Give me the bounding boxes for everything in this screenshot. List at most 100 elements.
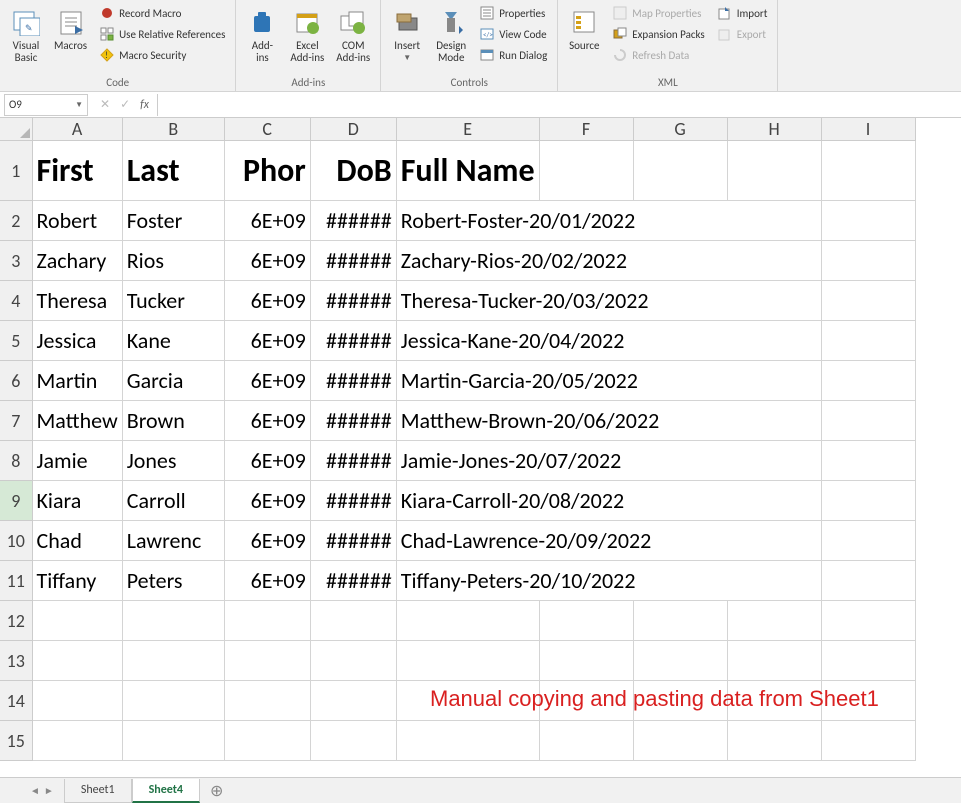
cell-I3[interactable] — [821, 241, 915, 281]
cell-I5[interactable] — [821, 321, 915, 361]
cell-F13[interactable] — [539, 641, 633, 681]
design-mode-button[interactable]: DesignMode — [429, 2, 473, 64]
macro-security-button[interactable]: ! Macro Security — [97, 46, 227, 64]
cell-B15[interactable] — [122, 721, 224, 761]
cell-D13[interactable] — [310, 641, 396, 681]
addins-button[interactable]: Add-ins — [240, 2, 284, 64]
cell-G13[interactable] — [633, 641, 727, 681]
sheet-nav-prev-icon[interactable]: ◄ — [30, 784, 40, 797]
cell-I8[interactable] — [821, 441, 915, 481]
cell-B13[interactable] — [122, 641, 224, 681]
cell-F15[interactable] — [539, 721, 633, 761]
cell-C1[interactable]: Phor — [224, 141, 310, 201]
cell-I7[interactable] — [821, 401, 915, 441]
row-header-9[interactable]: 9 — [0, 481, 32, 521]
cell-A4[interactable]: Theresa — [32, 281, 122, 321]
column-header-E[interactable]: E — [396, 118, 539, 141]
row-header-4[interactable]: 4 — [0, 281, 32, 321]
cell-H1[interactable] — [727, 141, 821, 201]
cell-C13[interactable] — [224, 641, 310, 681]
new-sheet-button[interactable]: ⊕ — [200, 781, 233, 801]
cell-E15[interactable] — [396, 721, 539, 761]
row-header-12[interactable]: 12 — [0, 601, 32, 641]
cell-I1[interactable] — [821, 141, 915, 201]
column-header-I[interactable]: I — [821, 118, 915, 141]
row-header-7[interactable]: 7 — [0, 401, 32, 441]
cell-B8[interactable]: Jones — [122, 441, 224, 481]
cell-D1[interactable]: DoB — [310, 141, 396, 201]
cell-B12[interactable] — [122, 601, 224, 641]
cell-D11[interactable]: ###### — [310, 561, 396, 601]
cell-E4[interactable]: Theresa-Tucker-20/03/2022 — [396, 281, 821, 321]
column-header-A[interactable]: A — [32, 118, 122, 141]
cell-I2[interactable] — [821, 201, 915, 241]
cell-C3[interactable]: 6E+09 — [224, 241, 310, 281]
cell-B4[interactable]: Tucker — [122, 281, 224, 321]
row-header-3[interactable]: 3 — [0, 241, 32, 281]
cell-H13[interactable] — [727, 641, 821, 681]
cell-A15[interactable] — [32, 721, 122, 761]
column-header-F[interactable]: F — [539, 118, 633, 141]
cell-E5[interactable]: Jessica-Kane-20/04/2022 — [396, 321, 821, 361]
column-header-H[interactable]: H — [727, 118, 821, 141]
view-code-button[interactable]: </> View Code — [477, 25, 549, 43]
cell-E1[interactable]: Full Name — [396, 141, 539, 201]
insert-function-button[interactable]: fx — [140, 98, 149, 112]
cell-B9[interactable]: Carroll — [122, 481, 224, 521]
cell-C2[interactable]: 6E+09 — [224, 201, 310, 241]
cell-A5[interactable]: Jessica — [32, 321, 122, 361]
cell-A6[interactable]: Martin — [32, 361, 122, 401]
cell-A11[interactable]: Tiffany — [32, 561, 122, 601]
cell-A12[interactable] — [32, 601, 122, 641]
use-relative-refs-button[interactable]: Use Relative References — [97, 25, 227, 43]
row-header-11[interactable]: 11 — [0, 561, 32, 601]
cell-D10[interactable]: ###### — [310, 521, 396, 561]
cell-I9[interactable] — [821, 481, 915, 521]
cell-I4[interactable] — [821, 281, 915, 321]
row-header-15[interactable]: 15 — [0, 721, 32, 761]
properties-button[interactable]: Properties — [477, 4, 549, 22]
cell-A3[interactable]: Zachary — [32, 241, 122, 281]
column-header-C[interactable]: C — [224, 118, 310, 141]
cell-I13[interactable] — [821, 641, 915, 681]
cell-D7[interactable]: ###### — [310, 401, 396, 441]
cell-F1[interactable] — [539, 141, 633, 201]
cell-A10[interactable]: Chad — [32, 521, 122, 561]
insert-control-button[interactable]: Insert ▼ — [385, 2, 429, 63]
record-macro-button[interactable]: Record Macro — [97, 4, 227, 22]
cell-D2[interactable]: ###### — [310, 201, 396, 241]
sheet-tab-sheet1[interactable]: Sheet1 — [64, 779, 132, 803]
cell-E3[interactable]: Zachary-Rios-20/02/2022 — [396, 241, 821, 281]
formula-enter-button[interactable]: ✓ — [120, 97, 130, 112]
cell-C9[interactable]: 6E+09 — [224, 481, 310, 521]
cell-G15[interactable] — [633, 721, 727, 761]
column-header-D[interactable]: D — [310, 118, 396, 141]
cell-A14[interactable] — [32, 681, 122, 721]
com-addins-button[interactable]: COMAdd-ins — [330, 2, 376, 64]
cell-H12[interactable] — [727, 601, 821, 641]
cell-C11[interactable]: 6E+09 — [224, 561, 310, 601]
cell-E6[interactable]: Martin-Garcia-20/05/2022 — [396, 361, 821, 401]
column-header-G[interactable]: G — [633, 118, 727, 141]
cell-C8[interactable]: 6E+09 — [224, 441, 310, 481]
row-header-6[interactable]: 6 — [0, 361, 32, 401]
cell-C5[interactable]: 6E+09 — [224, 321, 310, 361]
cell-C15[interactable] — [224, 721, 310, 761]
cell-F12[interactable] — [539, 601, 633, 641]
cell-I15[interactable] — [821, 721, 915, 761]
cell-A1[interactable]: First — [32, 141, 122, 201]
cell-D15[interactable] — [310, 721, 396, 761]
cell-E11[interactable]: Tiffany-Peters-20/10/2022 — [396, 561, 821, 601]
select-all-corner[interactable] — [0, 118, 32, 141]
cell-I6[interactable] — [821, 361, 915, 401]
row-header-13[interactable]: 13 — [0, 641, 32, 681]
sheet-tab-sheet4[interactable]: Sheet4 — [132, 779, 200, 803]
visual-basic-button[interactable]: ✎ VisualBasic — [4, 2, 48, 64]
cell-D14[interactable] — [310, 681, 396, 721]
cell-I12[interactable] — [821, 601, 915, 641]
cell-A2[interactable]: Robert — [32, 201, 122, 241]
cell-B3[interactable]: Rios — [122, 241, 224, 281]
cell-B6[interactable]: Garcia — [122, 361, 224, 401]
cell-D6[interactable]: ###### — [310, 361, 396, 401]
expansion-packs-button[interactable]: Expansion Packs — [610, 25, 706, 43]
